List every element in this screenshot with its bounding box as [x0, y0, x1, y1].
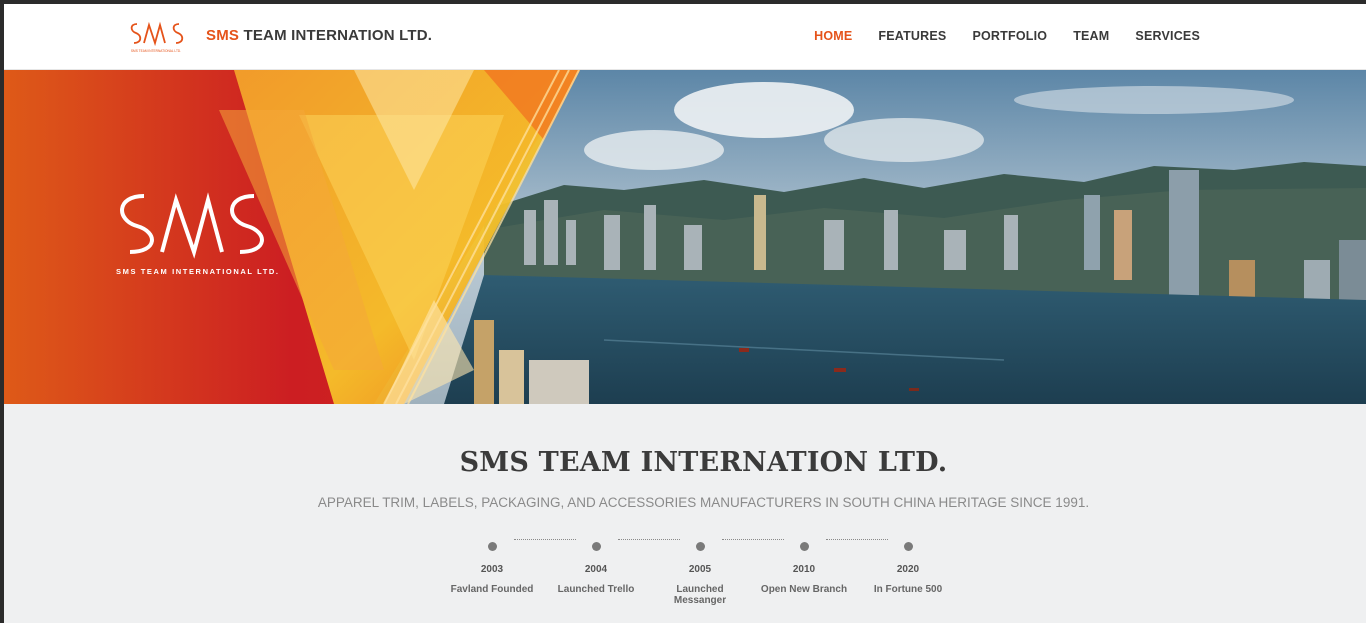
timeline-item: 2010 Open New Branch [752, 535, 856, 595]
timeline-item: 2004 Launched Trello [544, 535, 648, 595]
timeline-item: 2005 Launched Messanger [648, 535, 752, 606]
svg-text:SMS TEAM INTERNATIONAL LTD.: SMS TEAM INTERNATIONAL LTD. [131, 49, 181, 53]
timeline-year: 2010 [792, 564, 816, 575]
timeline-year: 2004 [584, 564, 608, 575]
nav-features[interactable]: FEATURES [878, 29, 946, 43]
nav-home[interactable]: HOME [814, 29, 852, 43]
timeline-item: 2003 Favland Founded [440, 535, 544, 595]
timeline-item: 2020 In Fortune 500 [856, 535, 960, 595]
intro-section: SMS TEAM INTERNATION LTD. APPAREL TRIM, … [4, 404, 1366, 623]
timeline-year: 2003 [480, 564, 504, 575]
timeline-dot-icon [799, 542, 809, 551]
timeline-label: In Fortune 500 [873, 584, 943, 595]
main-nav: HOME FEATURES PORTFOLIO TEAM SERVICES [814, 29, 1200, 43]
brand-name[interactable]: SMS TEAM INTERNATION LTD. [206, 27, 432, 44]
timeline-dot-icon [695, 542, 705, 551]
timeline-label: Favland Founded [450, 584, 534, 595]
timeline-year: 2005 [688, 564, 712, 575]
timeline-dot-icon [591, 542, 601, 551]
hero-image [4, 70, 1366, 404]
timeline-dot-icon [487, 542, 497, 551]
page-subtitle: APPAREL TRIM, LABELS, PACKAGING, AND ACC… [317, 495, 1090, 510]
timeline-label: Open New Branch [760, 584, 848, 595]
timeline: 2003 Favland Founded 2004 Launched Trell… [444, 535, 964, 615]
timeline-label: Launched Trello [557, 584, 635, 595]
timeline-year: 2020 [896, 564, 920, 575]
brand-accent: SMS [206, 27, 240, 44]
brand-rest: TEAM INTERNATION LTD. [239, 27, 433, 44]
timeline-label: Launched Messanger [673, 584, 727, 606]
sms-logo-icon[interactable]: SMS TEAM INTERNATIONAL LTD. [127, 16, 185, 56]
hero-banner: SMS TEAM INTERNATIONAL LTD. [4, 70, 1366, 404]
nav-team[interactable]: TEAM [1073, 29, 1109, 43]
hero-caption: SMS TEAM INTERNATIONAL LTD. [116, 267, 280, 276]
navbar: SMS TEAM INTERNATIONAL LTD. SMS TEAM INT… [4, 4, 1366, 70]
nav-portfolio[interactable]: PORTFOLIO [972, 29, 1047, 43]
page-title: SMS TEAM INTERNATION LTD. [459, 447, 948, 478]
timeline-dot-icon [903, 542, 913, 551]
nav-services[interactable]: SERVICES [1135, 29, 1200, 43]
